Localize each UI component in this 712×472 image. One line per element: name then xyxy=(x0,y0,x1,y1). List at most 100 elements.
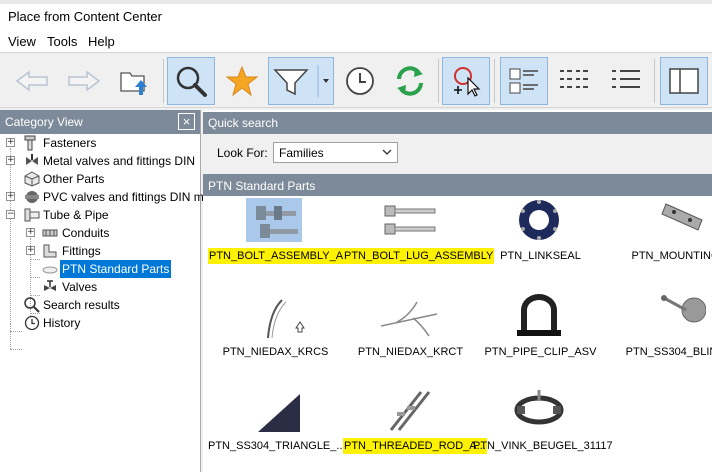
tree-item-label: History xyxy=(43,316,81,330)
fitting-icon xyxy=(43,244,57,258)
history-clock-icon xyxy=(346,67,374,95)
menu-help[interactable]: Help xyxy=(88,34,115,49)
expand-toggle[interactable]: + xyxy=(26,228,35,237)
filter-button[interactable] xyxy=(268,57,334,105)
part-item-linkseal[interactable]: PTN_LINKSEAL xyxy=(473,196,608,286)
part-item-ss304-blind[interactable]: PTN_SS304_BLIND xyxy=(608,292,712,382)
part-label: PTN_MOUNTING xyxy=(631,250,712,262)
favorites-star-icon xyxy=(226,65,258,97)
forward-arrow-icon xyxy=(68,70,101,92)
look-for-select[interactable]: Families xyxy=(273,142,398,163)
parts-grid: PTN_BOLT_ASSEMBLY_A2 PTN_BOLT_LUG_ASSEMB… xyxy=(203,196,712,472)
forward-button[interactable] xyxy=(60,57,108,105)
tree-item-tube-pipe[interactable]: − Tube & Pipe xyxy=(0,206,200,224)
part-item-niedax-krcs[interactable]: PTN_NIEDAX_KRCS xyxy=(208,292,343,382)
part-label: PTN_THREADED_ROD_A... xyxy=(343,438,487,454)
tree-item-search-results[interactable]: Search results xyxy=(0,296,200,314)
tree-item-label: Fittings xyxy=(62,244,101,258)
search-button[interactable] xyxy=(167,57,215,105)
tree-item-conduits[interactable]: + Conduits xyxy=(0,224,200,242)
close-pane-button[interactable]: × xyxy=(178,113,195,130)
part-item-ss304-triangle[interactable]: PTN_SS304_TRIANGLE_... xyxy=(208,386,346,472)
view-thumbnails-icon xyxy=(509,68,538,94)
title-bar: Place from Content Center xyxy=(0,4,712,30)
tree-item-label: Fasteners xyxy=(43,136,97,150)
expand-toggle[interactable]: + xyxy=(6,192,15,201)
place-part-icon xyxy=(454,67,481,97)
thumbnail-view-button[interactable] xyxy=(500,57,548,105)
standard-parts-icon xyxy=(42,266,58,274)
cube-icon xyxy=(24,171,40,187)
tree-item-label: Conduits xyxy=(62,226,110,240)
part-label: PTN_VINK_BEUGEL_31117 xyxy=(473,440,613,452)
part-label: PTN_SS304_BLIND xyxy=(625,346,712,358)
part-label: PTN_NIEDAX_KRCT xyxy=(357,346,464,358)
linkseal-thumbnail xyxy=(519,200,559,240)
list-view-button[interactable] xyxy=(550,57,598,105)
view-pane-icon xyxy=(669,68,699,94)
valve-icon xyxy=(44,280,56,291)
quick-search-title: Quick search xyxy=(208,116,279,130)
tree-item-history[interactable]: History xyxy=(0,314,200,332)
part-item-vink-beugel[interactable]: PTN_VINK_BEUGEL_31117 xyxy=(473,386,613,472)
part-item-bolt-lug-assembly[interactable]: PTN_BOLT_LUG_ASSEMBLY xyxy=(343,196,495,286)
history-clock-icon xyxy=(24,315,40,331)
ss304-triangle-thumbnail xyxy=(258,394,300,432)
back-button[interactable] xyxy=(8,57,56,105)
part-label: PTN_BOLT_ASSEMBLY_A2 xyxy=(208,248,351,264)
tree-item-fasteners[interactable]: + Fasteners xyxy=(0,134,200,152)
tree-item-ptn-standard-parts[interactable]: PTN Standard Parts xyxy=(0,260,200,278)
chevron-down-icon xyxy=(382,149,392,155)
place-part-button[interactable] xyxy=(442,57,490,105)
expand-toggle[interactable]: + xyxy=(6,156,15,165)
menu-bar: View Tools Help xyxy=(0,30,712,52)
tree-item-label: Other Parts xyxy=(43,172,105,186)
history-button[interactable] xyxy=(336,57,384,105)
tree-item-other-parts[interactable]: Other Parts xyxy=(0,170,200,188)
mounting-thumbnail xyxy=(661,203,703,231)
tree-item-label: PVC valves and fittings DIN metr xyxy=(43,190,218,204)
part-item-threaded-rod[interactable]: PTN_THREADED_ROD_A... xyxy=(343,386,487,472)
expand-toggle[interactable]: + xyxy=(26,246,35,255)
folder-up-icon xyxy=(120,72,147,95)
pane-toggle-button[interactable] xyxy=(660,57,708,105)
filter-icon xyxy=(273,65,329,97)
part-label: PTN_BOLT_LUG_ASSEMBLY xyxy=(343,248,495,264)
menu-tools[interactable]: Tools xyxy=(47,34,77,49)
parts-title: PTN Standard Parts xyxy=(208,179,316,193)
tree-item-fittings[interactable]: + Fittings xyxy=(0,242,200,260)
tree-item-label: PTN Standard Parts xyxy=(60,260,172,278)
bolt-assembly-thumbnail xyxy=(246,198,302,242)
back-arrow-icon xyxy=(15,70,48,92)
favorites-button[interactable] xyxy=(218,57,266,105)
bolt-lug-thumbnail xyxy=(384,205,436,235)
tree-item-pvc-valves[interactable]: + PVC valves and fittings DIN metr xyxy=(0,188,218,206)
details-view-button[interactable] xyxy=(602,57,650,105)
vink-beugel-thumbnail xyxy=(514,390,564,425)
part-label: PTN_SS304_TRIANGLE_... xyxy=(208,440,346,452)
parts-header: PTN Standard Parts xyxy=(203,174,712,196)
look-for-value: Families xyxy=(279,146,324,160)
collapse-toggle[interactable]: − xyxy=(6,210,15,219)
threaded-rod-thumbnail xyxy=(389,391,431,431)
conduit-icon xyxy=(42,229,58,237)
tree-item-label: Valves xyxy=(62,280,98,294)
tree-item-label: Search results xyxy=(43,298,120,312)
niedax-krcs-thumbnail xyxy=(267,299,305,339)
tree-item-label: Metal valves and fittings DIN xyxy=(43,154,196,168)
menu-view[interactable]: View xyxy=(8,34,36,49)
niedax-krct-thumbnail xyxy=(380,301,438,337)
tree-item-valves[interactable]: Valves xyxy=(0,278,200,296)
part-item-mounting[interactable]: PTN_MOUNTING xyxy=(608,196,712,286)
quick-search-area: Look For: Families xyxy=(203,134,712,174)
tree-item-metal-valves[interactable]: + Metal valves and fittings DIN xyxy=(0,152,200,170)
up-folder-button[interactable] xyxy=(110,57,158,105)
window-title: Place from Content Center xyxy=(8,9,162,24)
part-item-pipe-clip-asv[interactable]: PTN_PIPE_CLIP_ASV xyxy=(473,292,608,382)
refresh-button[interactable] xyxy=(386,57,434,105)
part-item-niedax-krct[interactable]: PTN_NIEDAX_KRCT xyxy=(343,292,478,382)
part-item-bolt-assembly[interactable]: PTN_BOLT_ASSEMBLY_A2 xyxy=(208,196,351,286)
part-label: PTN_NIEDAX_KRCS xyxy=(222,346,329,358)
expand-toggle[interactable]: + xyxy=(6,138,15,147)
pipe-clip-thumbnail xyxy=(517,294,561,336)
